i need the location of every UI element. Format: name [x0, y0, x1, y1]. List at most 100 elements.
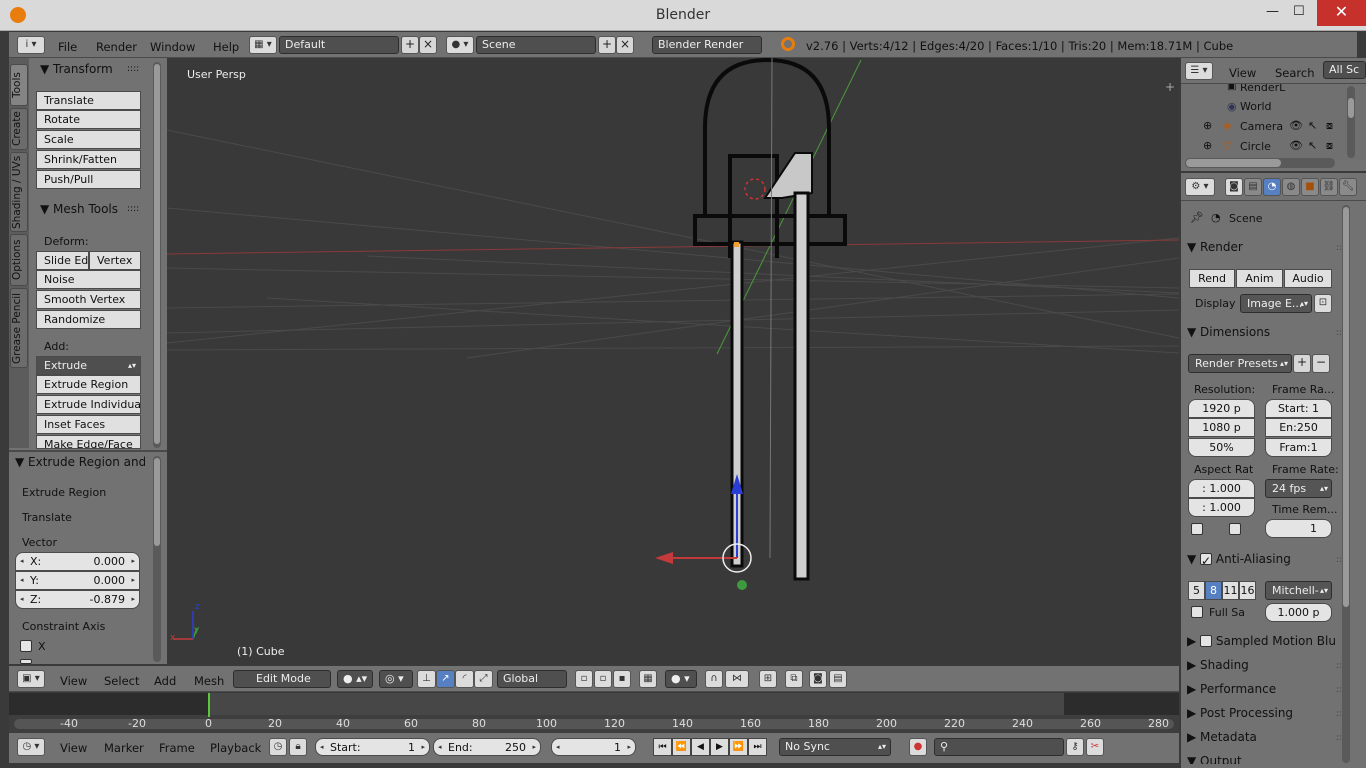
modifiers-context-icon[interactable]: 🔧︎: [1339, 178, 1357, 196]
eye-icon[interactable]: 👁︎: [1289, 139, 1303, 152]
manipulator-x-head[interactable]: [655, 552, 673, 564]
jump-start-button[interactable]: ⏮: [653, 738, 672, 756]
animation-button[interactable]: Anim: [1236, 269, 1283, 288]
aa-filter-dropdown[interactable]: Mitchell- ▴▾: [1265, 581, 1332, 600]
preview-range-icon[interactable]: ◷: [269, 738, 287, 756]
panel-grip-icon[interactable]: ::::: [127, 64, 139, 74]
resolution-y-field[interactable]: 1080 p: [1188, 418, 1255, 437]
aa-sample-button[interactable]: 8: [1205, 581, 1222, 600]
transform-panel-header[interactable]: ▼ Transform: [40, 62, 113, 76]
menu-add[interactable]: Add: [154, 674, 176, 688]
lock-interface-icon[interactable]: ⊡: [1314, 294, 1332, 313]
slide-edge-button[interactable]: Slide Ed: [36, 251, 89, 270]
crop-checkbox[interactable]: [1229, 523, 1241, 535]
aa-sample-button[interactable]: 16: [1239, 581, 1256, 600]
record-button[interactable]: ●: [909, 738, 927, 756]
remove-preset-button[interactable]: −: [1312, 354, 1330, 373]
menu-help[interactable]: Help: [213, 40, 239, 54]
scene-icon[interactable]: ● ▾: [446, 36, 474, 54]
layer-icon[interactable]: ▫: [594, 670, 612, 688]
render-layers-context-icon[interactable]: ▤: [1244, 178, 1262, 196]
layer-icon[interactable]: ▪: [613, 670, 631, 688]
menu-view[interactable]: View: [60, 741, 87, 755]
current-frame-cursor[interactable]: [208, 693, 210, 717]
constraints-context-icon[interactable]: ⛓: [1320, 178, 1338, 196]
post-processing-panel-header[interactable]: ▶ Post Processing: [1187, 706, 1293, 720]
cursor-select-icon[interactable]: ↖: [1308, 119, 1317, 132]
render-icon[interactable]: ⧇: [1326, 119, 1333, 133]
randomize-button[interactable]: Randomize: [36, 310, 141, 329]
aspect-y-field[interactable]: : 1.000: [1188, 498, 1255, 517]
resolution-percentage-field[interactable]: 50%: [1188, 438, 1255, 457]
scale-button[interactable]: Scale: [36, 130, 141, 149]
outliner-row[interactable]: ◉ World: [1181, 97, 1346, 116]
smooth-vertex-button[interactable]: Smooth Vertex: [36, 290, 141, 309]
vector-x-field[interactable]: ◂ X: 0.000 ▸: [15, 552, 140, 571]
panel-grip-icon[interactable]: ::::: [127, 204, 139, 214]
menu-marker[interactable]: Marker: [104, 741, 144, 755]
screen-layout-field[interactable]: Default: [279, 36, 399, 54]
outliner-filter-dropdown[interactable]: All Sc: [1323, 61, 1366, 79]
menu-view[interactable]: View: [60, 674, 87, 688]
mesh-tools-panel-header[interactable]: ▼ Mesh Tools: [40, 202, 118, 216]
start-frame-field[interactable]: ◂ Start: 1 ▸: [315, 738, 430, 756]
aspect-x-field[interactable]: : 1.000: [1188, 479, 1255, 498]
menu-file[interactable]: File: [58, 40, 77, 54]
resolution-x-field[interactable]: 1920 p: [1188, 399, 1255, 418]
occlude-geometry-icon[interactable]: ▦: [639, 670, 657, 688]
scale-manipulator-icon[interactable]: ⤢: [474, 670, 493, 688]
info-editor-icon[interactable]: i ▾: [17, 36, 45, 54]
remove-scene-button[interactable]: ×: [616, 36, 634, 54]
translate-manipulator-icon[interactable]: ↗: [436, 670, 455, 688]
aa-sample-button[interactable]: 5: [1188, 581, 1205, 600]
performance-panel-header[interactable]: ▶ Performance: [1187, 682, 1276, 696]
play-reverse-button[interactable]: ◀: [691, 738, 710, 756]
remove-screen-button[interactable]: ×: [419, 36, 437, 54]
expand-icon[interactable]: ⊕: [1203, 139, 1212, 152]
menu-view[interactable]: View: [1229, 66, 1256, 80]
full-sample-checkbox[interactable]: [1191, 606, 1203, 618]
outliner-scrollbar[interactable]: [1347, 86, 1355, 158]
rotate-button[interactable]: Rotate: [36, 110, 141, 129]
menu-search[interactable]: Search: [1275, 66, 1315, 80]
editor-type-icon[interactable]: ☰ ▾: [1185, 62, 1213, 80]
output-panel-header[interactable]: ▼ Output: [1187, 754, 1242, 764]
render-presets-dropdown[interactable]: Render Presets ▴▾: [1188, 354, 1292, 373]
add-scene-button[interactable]: +: [598, 36, 616, 54]
outliner-row[interactable]: ⊕ ▽ Circle 👁︎ ↖ ⧇: [1181, 137, 1346, 156]
lock-icon[interactable]: 🔒︎: [289, 738, 307, 756]
scene-field[interactable]: Scene: [476, 36, 596, 54]
shading-dropdown[interactable]: ● ▴▾: [337, 670, 373, 688]
outliner-row[interactable]: ⊕ ◈ Camera 👁︎ ↖ ⧇: [1181, 117, 1346, 136]
audio-button[interactable]: Audio: [1284, 269, 1332, 288]
editor-type-icon[interactable]: ◷ ▾: [17, 738, 45, 756]
push-pull-button[interactable]: Push/Pull: [36, 170, 141, 189]
expand-properties-icon[interactable]: +: [1165, 80, 1175, 94]
frame-start-field[interactable]: Start: 1: [1265, 399, 1332, 418]
menu-render[interactable]: Render: [96, 40, 137, 54]
render-engine-dropdown[interactable]: Blender Render: [652, 36, 762, 54]
insert-keyframe-icon[interactable]: ⚷: [1066, 738, 1084, 756]
menu-frame[interactable]: Frame: [159, 741, 195, 755]
constraint-y-checkbox[interactable]: [20, 659, 32, 664]
render-animation-icon[interactable]: ▤: [829, 670, 847, 688]
rotate-manipulator-icon[interactable]: ◜: [455, 670, 474, 688]
sync-dropdown[interactable]: No Sync ▴▾: [779, 738, 891, 756]
object-context-icon[interactable]: ■: [1301, 178, 1319, 196]
tab-options[interactable]: Options: [10, 234, 28, 286]
frame-end-field[interactable]: En:250: [1265, 418, 1332, 437]
eye-icon[interactable]: 👁︎: [1289, 119, 1303, 132]
display-dropdown[interactable]: Image E... ▴▾: [1240, 294, 1312, 313]
render-panel-header[interactable]: ▼ Render: [1187, 240, 1243, 254]
vector-y-field[interactable]: ◂ Y: 0.000 ▸: [15, 571, 140, 590]
snap-target-icon[interactable]: ⊞: [759, 670, 777, 688]
selected-vertex[interactable]: [734, 242, 739, 247]
extrude-region-button[interactable]: Extrude Region: [36, 375, 141, 394]
pin-icon[interactable]: 📌︎: [1190, 211, 1204, 224]
orientation-dropdown[interactable]: Global: [497, 670, 567, 688]
manipulator-y-head[interactable]: [737, 580, 747, 590]
cursor-select-icon[interactable]: ↖: [1308, 139, 1317, 152]
antialiasing-panel-header[interactable]: ▼ ✓ Anti-Aliasing: [1187, 552, 1291, 568]
tab-shading-uvs[interactable]: Shading / UVs: [10, 152, 28, 232]
render-button[interactable]: Rend: [1189, 269, 1235, 288]
